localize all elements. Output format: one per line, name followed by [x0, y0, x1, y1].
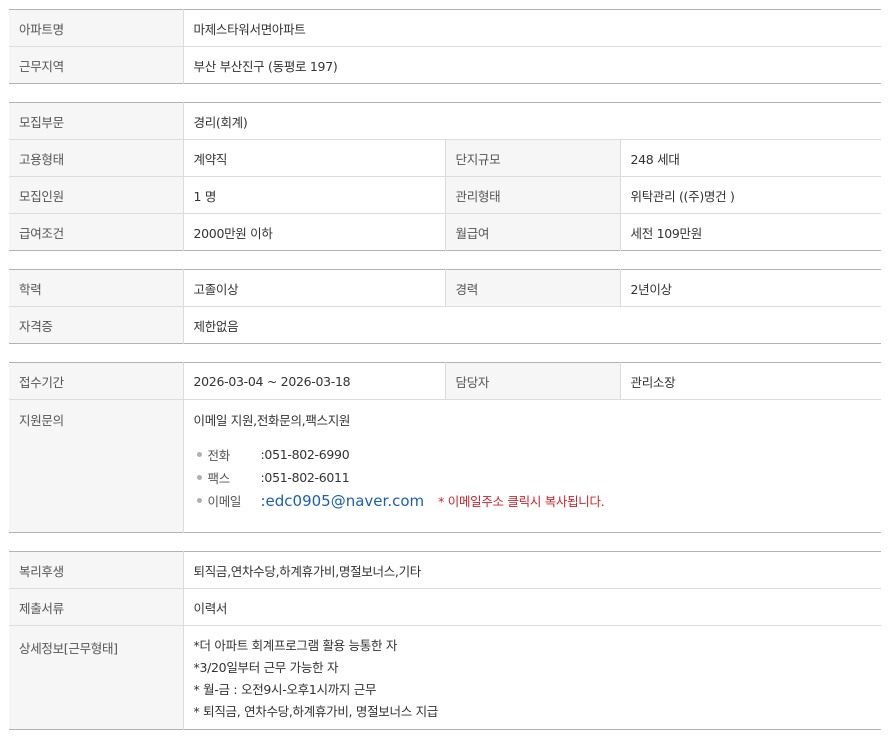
qualification-table: 학력 고졸이상 경력 2년이상 자격증 제한없음	[9, 269, 881, 344]
inquiry-methods: 이메일 지원,전화문의,팩스지원	[193, 413, 351, 428]
inquiry-row: 지원문의 이메일 지원,전화문의,팩스지원 전화 :051-802-6990 팩…	[9, 399, 881, 533]
manager-label: 담당자	[444, 362, 620, 400]
documents-label: 제출서류	[9, 588, 183, 626]
manager-value: 관리소장	[619, 362, 881, 400]
employment-type-label: 고용형태	[9, 139, 183, 177]
education-label: 학력	[9, 269, 183, 307]
email-link[interactable]: :edc0905@naver.com	[261, 492, 425, 510]
bullet-icon	[196, 498, 202, 503]
education-value: 고졸이상	[182, 269, 445, 307]
job-detail: 아파트명 마제스타워서면아파트 근무지역 부산 부산진구 (동평로 197) 모…	[9, 9, 882, 730]
benefits-table: 복리후생 퇴직금,연차수당,하계휴가비,명절보너스,기타 제출서류 이력서 상세…	[9, 551, 881, 730]
department-label: 모집부문	[9, 102, 183, 140]
certificate-value: 제한없음	[182, 306, 881, 344]
phone-value: :051-802-6990	[260, 447, 350, 462]
application-period-value: 2026-03-04 ~ 2026-03-18	[182, 362, 445, 400]
welfare-label: 복리후생	[9, 551, 183, 589]
documents-row: 제출서류 이력서	[9, 588, 881, 626]
career-value: 2년이상	[619, 269, 881, 307]
email-label: 이메일	[207, 494, 242, 509]
application-table: 접수기간 2026-03-04 ~ 2026-03-18 담당자 관리소장 지원…	[9, 362, 881, 533]
department-value: 경리(회계)	[182, 102, 882, 140]
employment-row: 고용형태 계약직 단지규모 248 세대	[9, 139, 882, 177]
detail-line: *3/20일부터 근무 가능한 자	[193, 660, 339, 675]
employment-type-value: 계약직	[182, 139, 445, 177]
work-region-row: 근무지역 부산 부산진구 (동평로 197)	[9, 46, 881, 84]
detail-line: * 월-금 : 오전9시-오후1시까지 근무	[193, 682, 377, 697]
contact-email: 이메일 :edc0905@naver.com * 이메일주소 클릭시 복사됩니다…	[194, 489, 872, 512]
contact-phone: 전화 :051-802-6990	[194, 443, 872, 466]
department-row: 모집부문 경리(회계)	[9, 102, 882, 140]
inquiry-value: 이메일 지원,전화문의,팩스지원 전화 :051-802-6990 팩스 :05…	[182, 399, 881, 533]
complex-size-label: 단지규모	[444, 139, 620, 177]
detail-row: 상세정보[근무형태] *더 아파트 회계프로그램 활용 능통한 자 *3/20일…	[9, 625, 881, 730]
work-region-value: 부산 부산진구 (동평로 197)	[182, 46, 881, 84]
email-copy-note: * 이메일주소 클릭시 복사됩니다.	[438, 494, 605, 509]
bullet-icon	[196, 475, 202, 480]
fax-value: :051-802-6011	[260, 470, 350, 485]
apartment-info-table: 아파트명 마제스타워서면아파트 근무지역 부산 부산진구 (동평로 197)	[9, 9, 881, 84]
certificate-label: 자격증	[9, 306, 183, 344]
contact-fax: 팩스 :051-802-6011	[194, 466, 872, 489]
period-row: 접수기간 2026-03-04 ~ 2026-03-18 담당자 관리소장	[9, 362, 881, 400]
salary-label: 급여조건	[9, 213, 183, 251]
headcount-value: 1 명	[182, 176, 445, 214]
welfare-row: 복리후생 퇴직금,연차수당,하계휴가비,명절보너스,기타	[9, 551, 881, 589]
documents-value: 이력서	[182, 588, 881, 626]
management-type-value: 위탁관리 ((주)명건 )	[619, 176, 882, 214]
welfare-value: 퇴직금,연차수당,하계휴가비,명절보너스,기타	[182, 551, 881, 589]
education-row: 학력 고졸이상 경력 2년이상	[9, 269, 881, 307]
detail-label: 상세정보[근무형태]	[9, 625, 183, 730]
recruitment-table: 모집부문 경리(회계) 고용형태 계약직 단지규모 248 세대 모집인원 1 …	[9, 102, 882, 251]
monthly-pay-value: 세전 109만원	[619, 213, 882, 251]
bullet-icon	[196, 452, 202, 457]
career-label: 경력	[444, 269, 620, 307]
headcount-row: 모집인원 1 명 관리형태 위탁관리 ((주)명건 )	[9, 176, 882, 214]
certificate-row: 자격증 제한없음	[9, 306, 881, 344]
contact-list: 전화 :051-802-6990 팩스 :051-802-6011 이메일 :e…	[194, 443, 872, 512]
apartment-name-row: 아파트명 마제스타워서면아파트	[9, 9, 881, 47]
apartment-name-value: 마제스타워서면아파트	[182, 9, 881, 47]
inquiry-label: 지원문의	[9, 399, 183, 533]
work-region-label: 근무지역	[9, 46, 183, 84]
phone-label: 전화	[207, 448, 231, 463]
apartment-name-label: 아파트명	[9, 9, 183, 47]
detail-value: *더 아파트 회계프로그램 활용 능통한 자 *3/20일부터 근무 가능한 자…	[182, 625, 881, 730]
management-type-label: 관리형태	[444, 176, 620, 214]
application-period-label: 접수기간	[9, 362, 183, 400]
salary-row: 급여조건 2000만원 이하 월급여 세전 109만원	[9, 213, 882, 251]
detail-line: *더 아파트 회계프로그램 활용 능통한 자	[193, 638, 398, 653]
headcount-label: 모집인원	[9, 176, 183, 214]
detail-line: * 퇴직금, 연차수당,하계휴가비, 명절보너스 지급	[193, 704, 439, 719]
salary-value: 2000만원 이하	[182, 213, 445, 251]
monthly-pay-label: 월급여	[444, 213, 620, 251]
fax-label: 팩스	[207, 471, 231, 486]
complex-size-value: 248 세대	[619, 139, 882, 177]
